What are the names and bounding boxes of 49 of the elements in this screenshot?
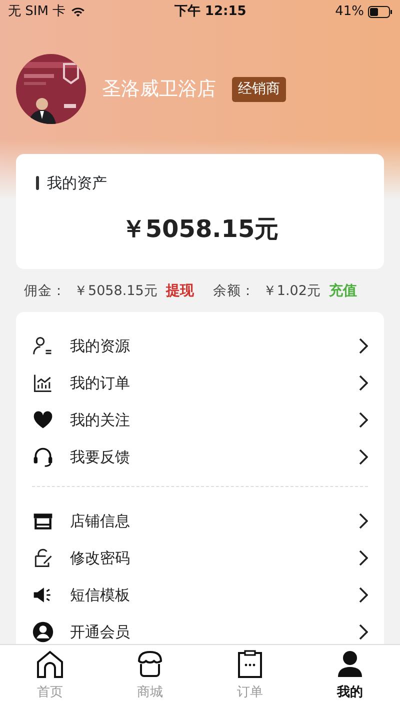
menu-item[interactable]: 修改密码 bbox=[16, 540, 384, 576]
heart-icon bbox=[32, 409, 54, 431]
carrier-label: 无 SIM 卡 bbox=[8, 3, 66, 22]
assets-title: 我的资产 bbox=[47, 173, 107, 194]
title-bar bbox=[36, 176, 39, 190]
home-icon bbox=[35, 649, 65, 679]
time-label: 下午 12:15 bbox=[173, 3, 248, 22]
balance-value: ￥5058.15元 bbox=[74, 282, 158, 301]
clipboard-icon bbox=[235, 649, 265, 679]
chevron-right-icon bbox=[359, 412, 368, 428]
menu-item[interactable]: 我的关注 bbox=[16, 402, 384, 438]
menu-label: 我的资源 bbox=[70, 336, 131, 357]
menu-item[interactable]: 我要反馈 bbox=[16, 438, 384, 476]
wifi-icon bbox=[70, 5, 86, 19]
person-icon bbox=[335, 649, 365, 679]
balance-label: 余额： bbox=[212, 282, 255, 301]
role-badge: 经销商 bbox=[232, 76, 286, 102]
menu-item[interactable]: 开通会员 bbox=[16, 614, 384, 644]
menu-item[interactable]: 我的订单 bbox=[16, 364, 384, 402]
tab[interactable]: 我的 bbox=[300, 645, 400, 710]
store-icon bbox=[135, 649, 165, 679]
chevron-right-icon bbox=[359, 449, 368, 465]
chevron-right-icon bbox=[359, 338, 368, 354]
chevron-right-icon bbox=[359, 550, 368, 566]
store-name: 圣洛威卫浴店 bbox=[102, 76, 216, 102]
menu-item[interactable]: 短信模板 bbox=[16, 576, 384, 614]
balance-label: 佣金： bbox=[24, 282, 66, 301]
chevron-right-icon bbox=[359, 587, 368, 603]
battery-label: 41% bbox=[335, 3, 364, 22]
person-list-icon bbox=[32, 335, 54, 357]
menu-label: 我要反馈 bbox=[70, 446, 131, 468]
lock-edit-icon bbox=[32, 547, 54, 569]
assets-amount: ￥5058.15元 bbox=[120, 214, 280, 244]
menu-label: 我的关注 bbox=[70, 410, 131, 431]
balance-action-link[interactable]: 提现 bbox=[166, 280, 194, 302]
chevron-right-icon bbox=[359, 513, 368, 529]
chevron-right-icon bbox=[359, 624, 368, 640]
balance-value: ￥1.02元 bbox=[262, 282, 321, 301]
menu-label: 店铺信息 bbox=[70, 510, 131, 532]
battery-icon bbox=[368, 6, 392, 18]
menu-label: 我的订单 bbox=[70, 372, 131, 394]
headset-icon bbox=[32, 446, 54, 468]
menu-item[interactable]: 店铺信息 bbox=[16, 502, 384, 540]
menu-label: 开通会员 bbox=[70, 622, 131, 643]
chevron-right-icon bbox=[359, 375, 368, 391]
menu-label: 修改密码 bbox=[70, 548, 131, 569]
menu-item[interactable]: 我的资源 bbox=[16, 328, 384, 364]
menu-label: 短信模板 bbox=[70, 584, 131, 606]
chart-icon bbox=[32, 372, 54, 394]
